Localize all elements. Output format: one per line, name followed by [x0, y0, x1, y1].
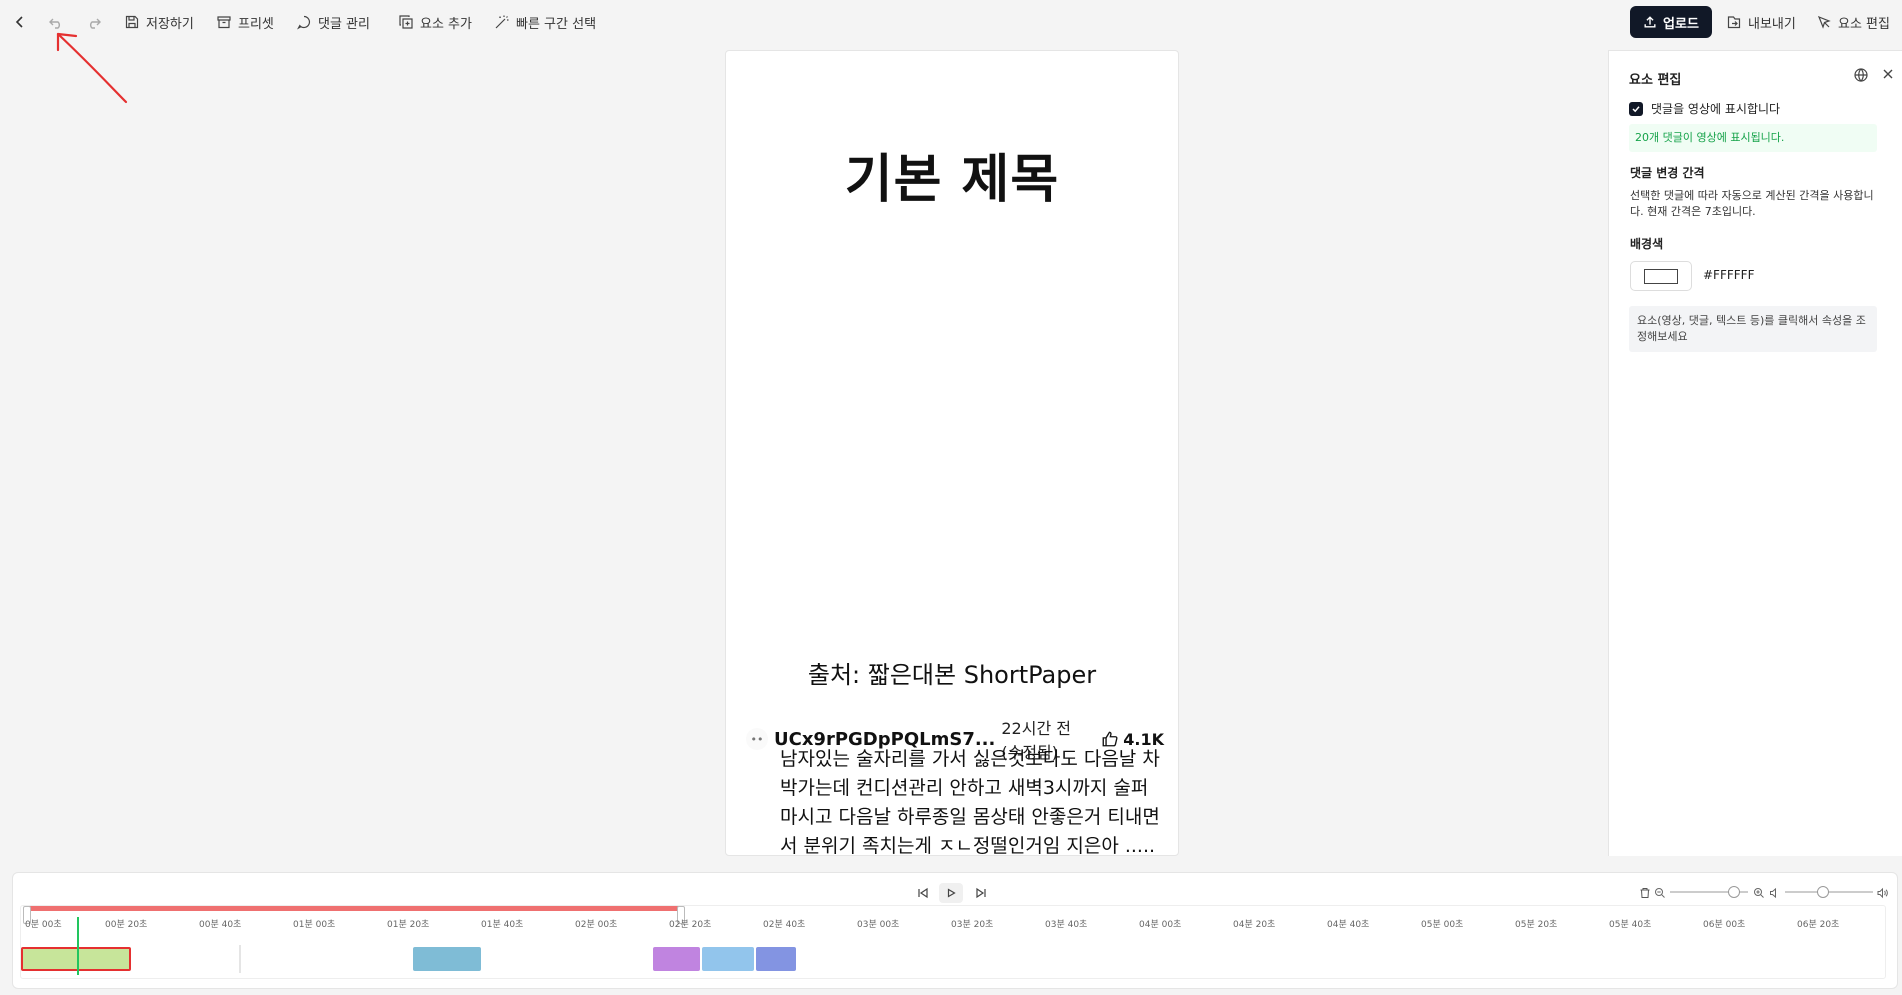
skip-forward-button[interactable] [971, 883, 991, 903]
timeline-tick-label: 01분 20초 [387, 920, 430, 930]
timeline-clip[interactable] [756, 947, 796, 971]
zoom-out-icon[interactable] [1654, 887, 1666, 899]
show-comments-label: 댓글을 영상에 표시합니다 [1651, 102, 1781, 116]
background-color-value: #FFFFFF [1703, 268, 1755, 282]
preview-source[interactable]: 출처: 짧은대본 ShortPaper [726, 655, 1178, 690]
element-edit-panel: 요소 편집 댓글을 영상에 표시합니다 20개 댓글이 영상에 표시됩니다. 댓… [1608, 50, 1902, 856]
add-element-button[interactable]: 요소 추가 [398, 12, 472, 32]
trash-icon [1640, 888, 1650, 898]
export-icon [1727, 16, 1741, 29]
timeline-tick-label: 05분 20초 [1515, 920, 1558, 930]
timeline-tick-label: 02분 40초 [763, 920, 806, 930]
zoom-in-icon[interactable] [1753, 887, 1765, 899]
show-comments-checkbox[interactable] [1629, 101, 1643, 116]
timeline-clip[interactable] [653, 947, 700, 971]
export-label: 내보내기 [1748, 16, 1796, 32]
timeline-tick-label: 03분 20초 [951, 920, 994, 930]
zoom-slider[interactable] [1670, 886, 1748, 898]
playhead[interactable] [77, 917, 79, 975]
background-color-picker[interactable] [1630, 261, 1692, 291]
background-color-label: 배경색 [1630, 237, 1664, 251]
timeline-tick-label: 0분 00초 [25, 920, 62, 930]
timeline-tick-label: 05분 00초 [1421, 920, 1464, 930]
show-comments-toggle[interactable]: 댓글을 영상에 표시합니다 [1629, 100, 1780, 117]
timeline-clip[interactable] [21, 947, 131, 971]
avatar: •• [746, 728, 768, 750]
timeline-tick-label: 03분 40초 [1045, 920, 1088, 930]
volume-slider[interactable] [1785, 886, 1873, 898]
timeline-tick-label: 02분 20초 [669, 920, 712, 930]
timeline-tick-label: 04분 00초 [1139, 920, 1182, 930]
track-divider [239, 945, 241, 973]
skip-back-button[interactable] [913, 883, 933, 903]
copy-plus-icon [399, 15, 413, 29]
comment-text[interactable]: 남자있는 술자리를 가서 싫은것보다도 다음날 차박가는데 컨디션관리 안하고 … [780, 745, 1164, 855]
preview-title[interactable]: 기본 제목 [726, 137, 1178, 212]
timeline-clip[interactable] [413, 947, 481, 971]
zoom-slider-knob[interactable] [1728, 886, 1740, 898]
export-button[interactable]: 내보내기 [1726, 12, 1796, 32]
color-swatch [1644, 268, 1678, 284]
save-label: 저장하기 [146, 16, 194, 32]
panel-hint: 요소(영상, 댓글, 텍스트 등)를 클릭해서 속성을 조정해보세요 [1629, 306, 1877, 352]
selected-range[interactable] [27, 906, 681, 911]
volume-high-icon[interactable] [1877, 887, 1889, 899]
timeline-tick-label: 00분 40초 [199, 920, 242, 930]
volume-low-icon[interactable] [1769, 887, 1781, 899]
skip-back-icon [918, 887, 928, 899]
preset-button[interactable]: 프리셋 [216, 12, 274, 32]
upload-button[interactable]: 업로드 [1630, 6, 1712, 38]
chevron-left-icon [15, 16, 23, 28]
timeline-tick-label: 06분 20초 [1797, 920, 1840, 930]
comments-button[interactable]: 댓글 관리 [296, 12, 370, 32]
message-circle-icon [297, 15, 311, 30]
interval-label: 댓글 변경 간격 [1630, 166, 1705, 180]
annotation-arrow [56, 32, 128, 104]
upload-icon [1644, 16, 1656, 28]
quick-select-button[interactable]: 빠른 구간 선택 [494, 12, 596, 32]
edit-element-label: 요소 편집 [1838, 16, 1890, 32]
toolbar: 저장하기 프리셋 댓글 관리 요소 추가 빠른 구간 선택 업로드 내보내기 요… [0, 0, 1902, 44]
check-icon [1632, 105, 1640, 112]
magic-wand-icon [495, 15, 509, 29]
globe-icon[interactable] [1853, 67, 1869, 83]
upload-label: 업로드 [1663, 16, 1699, 32]
volume-slider-knob[interactable] [1817, 886, 1829, 898]
comments-notice: 20개 댓글이 영상에 표시됩니다. [1629, 124, 1877, 152]
comments-label: 댓글 관리 [318, 16, 370, 32]
delete-button[interactable] [1635, 883, 1655, 903]
video-preview[interactable]: 기본 제목 출처: 짧은대본 ShortPaper •• UCx9rPGDpPQ… [725, 50, 1179, 856]
timeline-tick-label: 05분 40초 [1609, 920, 1652, 930]
quick-select-label: 빠른 구간 선택 [516, 16, 597, 32]
panel-title: 요소 편집 [1629, 73, 1682, 88]
save-button[interactable]: 저장하기 [124, 12, 194, 32]
timeline-tick-label: 00분 20초 [105, 920, 148, 930]
timeline-tick-label: 01분 40초 [481, 920, 524, 930]
close-icon[interactable] [1881, 67, 1895, 81]
add-element-label: 요소 추가 [420, 16, 472, 32]
play-icon [947, 888, 956, 898]
timeline-tick-label: 04분 20초 [1233, 920, 1276, 930]
archive-icon [217, 16, 231, 29]
skip-forward-icon [976, 887, 986, 899]
play-button[interactable] [939, 883, 963, 903]
timeline-clip[interactable] [702, 947, 754, 971]
preset-label: 프리셋 [238, 16, 274, 32]
timeline-tick-label: 02분 00초 [575, 920, 618, 930]
back-button[interactable] [12, 12, 28, 32]
timeline-tick-label: 01분 00초 [293, 920, 336, 930]
timeline-tick-label: 06분 00초 [1703, 920, 1746, 930]
interval-description: 선택한 댓글에 따라 자동으로 계산된 간격을 사용합니다. 현재 간격은 7초… [1630, 189, 1874, 218]
timeline-tick-label: 04분 40초 [1327, 920, 1370, 930]
timeline-tick-label: 03분 00초 [857, 920, 900, 930]
pointer-icon [1817, 15, 1831, 29]
edit-element-button[interactable]: 요소 편집 [1816, 12, 1890, 32]
timeline: 0분 00초 00분 20초 00분 40초 01분 00초 01분 20초 01분 40… [12, 872, 1898, 989]
